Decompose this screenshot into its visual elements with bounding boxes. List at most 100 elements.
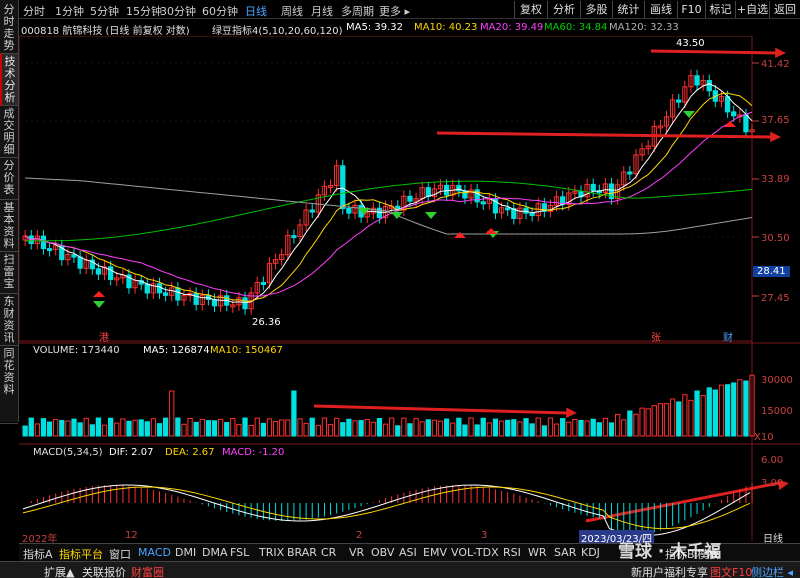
chart-canvas[interactable] — [19, 36, 800, 543]
volume-bar — [236, 423, 242, 437]
linked-quote-button[interactable]: 关联报价 — [82, 564, 126, 578]
volume-bar — [578, 419, 584, 437]
volume-bar — [108, 417, 114, 437]
period-10[interactable]: 更多 ▸ — [379, 3, 410, 19]
period-7[interactable]: 周线 — [281, 3, 303, 19]
ma60-value: MA60: 34.84 — [544, 22, 608, 33]
volume-bar — [175, 417, 181, 437]
left-tab-7[interactable]: 同花资料 — [0, 346, 18, 424]
indicator-tab-10[interactable]: VR — [349, 546, 364, 559]
volume-bar — [456, 417, 462, 437]
left-tab-2[interactable]: 成交明细 — [0, 106, 18, 158]
toolbar-button-4[interactable]: 画线 — [644, 1, 677, 18]
indicator-tab-2[interactable]: 窗口 — [109, 546, 131, 562]
indicator-tab-18[interactable]: KDJ — [581, 546, 600, 559]
indicator-tab-7[interactable]: TRIX — [259, 546, 284, 559]
indicator-tab-11[interactable]: OBV — [371, 546, 394, 559]
indicator-tab-17[interactable]: SAR — [554, 546, 576, 559]
toolbar-button-1[interactable]: 分析 — [547, 1, 580, 18]
indicator-tab-14[interactable]: VOL-TDX — [451, 546, 499, 559]
volume-bar — [303, 422, 309, 437]
volume-bar — [217, 418, 224, 437]
event-marker-gang[interactable]: 港 — [99, 329, 109, 344]
period-9[interactable]: 多周期 — [341, 3, 374, 19]
volume-bar — [65, 420, 71, 437]
period-5[interactable]: 60分钟 — [202, 3, 238, 19]
volume-bar — [498, 420, 505, 437]
volume-bar — [77, 422, 83, 437]
period-1[interactable]: 1分钟 — [55, 3, 84, 19]
indicator-tab-16[interactable]: WR — [528, 546, 547, 559]
annotation-arrow-top-shaft — [650, 49, 777, 55]
high-price-label: 43.50 — [676, 38, 705, 49]
volume-bar — [28, 417, 34, 437]
event-marker-zhang[interactable]: 张 — [651, 329, 661, 344]
left-tab-1[interactable]: 技术分析 — [0, 54, 18, 106]
indicator-tab-15[interactable]: RSI — [503, 546, 521, 559]
event-marker-cai[interactable]: 财 — [723, 329, 733, 344]
indicator-tab-5[interactable]: DMA — [202, 546, 228, 559]
period-3[interactable]: 15分钟 — [126, 3, 162, 19]
left-tab-3[interactable]: 分价表 — [0, 158, 18, 200]
volume-bar — [724, 384, 731, 437]
indicator-tab-1[interactable]: 指标平台 — [59, 546, 103, 562]
volume-bar — [718, 384, 725, 437]
period-8[interactable]: 月线 — [311, 3, 333, 19]
volume-bar — [505, 419, 511, 437]
volume-bar — [547, 417, 554, 437]
candle-body — [193, 292, 199, 305]
left-tab-5[interactable]: 扫雷宝 — [0, 252, 18, 294]
expand-button[interactable]: 扩展▲ — [44, 564, 74, 578]
toolbar-button-0[interactable]: 复权 — [514, 1, 547, 18]
period-0[interactable]: 分时 — [23, 3, 45, 19]
f10-link[interactable]: 图文F10 — [710, 564, 752, 578]
volume-bar — [669, 398, 676, 437]
indicator-tab-8[interactable]: BRAR — [287, 546, 317, 559]
promo-link[interactable]: 新用户福利专享 — [631, 564, 708, 578]
toolbar-button-3[interactable]: 统计 — [612, 1, 644, 18]
candle-body — [291, 235, 297, 239]
candle-body — [46, 248, 53, 252]
volume-bar — [346, 418, 352, 437]
volume-bar — [474, 424, 480, 437]
indicator-tab-3[interactable]: MACD — [138, 546, 171, 559]
toolbar-button-7[interactable]: +自选 — [735, 1, 769, 18]
annotation-arrow-volume-head — [566, 407, 577, 418]
indicator-tab-13[interactable]: EMV — [423, 546, 447, 559]
volume-header: VOLUME: 173440 MA5: 126874 MA10: 150467 — [19, 345, 619, 359]
indicator-name[interactable]: 绿豆指标4(5,10,20,60,120) — [212, 22, 343, 37]
toolbar-button-2[interactable]: 多股 — [580, 1, 612, 18]
price-tick: 33.89 — [761, 174, 790, 185]
macd-dea-line — [22, 486, 751, 530]
left-tab-0[interactable]: 分时走势 — [0, 2, 18, 54]
volume-bar — [138, 419, 144, 437]
wealth-circle-button[interactable]: 财富圈 — [131, 564, 164, 578]
candle-body — [529, 212, 535, 217]
volume-bar — [639, 407, 645, 437]
candle-body — [694, 75, 700, 86]
indicator-tab-9[interactable]: CR — [321, 546, 336, 559]
left-tab-4[interactable]: 基本资料 — [0, 200, 18, 252]
toolbar-button-5[interactable]: F10 — [677, 1, 705, 18]
indicator-tab-4[interactable]: DMI — [175, 546, 196, 559]
volume-bar — [187, 417, 193, 437]
volume-bar — [486, 422, 493, 437]
left-tab-6[interactable]: 东财资讯 — [0, 294, 18, 346]
price-tick: 37.65 — [761, 115, 790, 126]
indicator-tab-0[interactable]: 指标A — [23, 546, 53, 562]
ma120-value: MA120: 32.33 — [609, 22, 679, 33]
period-4[interactable]: 30分钟 — [160, 3, 196, 19]
toolbar-button-8[interactable]: 返回 — [769, 1, 800, 18]
volume-bar — [364, 418, 370, 437]
sidebar-toggle[interactable]: 侧边栏 ◂ — [751, 564, 793, 578]
indicator-tab-12[interactable]: ASI — [399, 546, 417, 559]
annotation-arrow-volume-shaft — [313, 404, 568, 415]
price-tick: 30.50 — [761, 233, 790, 244]
signal-up-marker — [93, 291, 105, 297]
toolbar-button-6[interactable]: 标记 — [705, 1, 735, 18]
period-2[interactable]: 5分钟 — [90, 3, 119, 19]
indicator-tab-6[interactable]: FSL — [230, 546, 249, 559]
period-6[interactable]: 日线 — [245, 3, 267, 19]
macd-dif: DIF: 2.07 — [109, 447, 154, 458]
current-price-badge: 28.41 — [753, 266, 790, 277]
